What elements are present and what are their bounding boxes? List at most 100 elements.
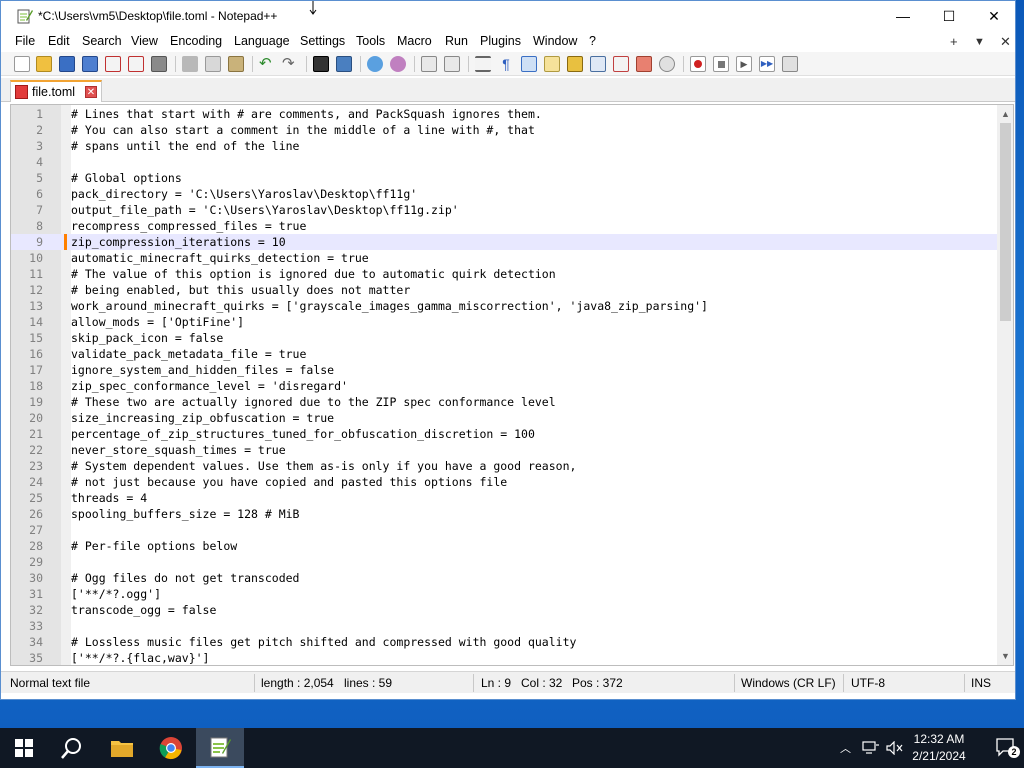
- minimize-button[interactable]: —: [880, 1, 926, 31]
- code-line[interactable]: 9 zip_compression_iterations = 10: [11, 234, 997, 250]
- line-text[interactable]: # not just because you have copied and p…: [71, 474, 507, 490]
- code-line[interactable]: 3 # spans until the end of the line: [11, 138, 997, 154]
- scroll-down-icon[interactable]: ▼: [1001, 651, 1010, 661]
- line-text[interactable]: never_store_squash_times = true: [71, 442, 286, 458]
- menu-edit[interactable]: Edit: [48, 34, 70, 48]
- status-eol[interactable]: Windows (CR LF): [741, 676, 836, 690]
- code-line[interactable]: 5 # Global options: [11, 170, 997, 186]
- line-text[interactable]: output_file_path = 'C:\Users\Yaroslav\De…: [71, 202, 459, 218]
- taskbar-clock[interactable]: 12:32 AM 2/21/2024: [905, 731, 973, 765]
- code-line[interactable]: 18 zip_spec_conformance_level = 'disregar…: [11, 378, 997, 394]
- open-file-icon[interactable]: [36, 56, 52, 72]
- word-wrap-icon[interactable]: [475, 56, 491, 72]
- line-text[interactable]: # spans until the end of the line: [71, 138, 299, 154]
- code-line[interactable]: 15 skip_pack_icon = false: [11, 330, 997, 346]
- menu-plugins[interactable]: Plugins: [480, 34, 521, 48]
- run-macro-multiple-icon[interactable]: ▶▶: [759, 56, 775, 72]
- file-explorer-button[interactable]: [98, 728, 146, 768]
- menu-search[interactable]: Search: [82, 34, 122, 48]
- monitoring-icon[interactable]: [659, 56, 675, 72]
- new-tab-button[interactable]: +: [950, 34, 958, 49]
- redo-icon[interactable]: ↷: [282, 56, 298, 72]
- code-line[interactable]: 17 ignore_system_and_hidden_files = false: [11, 362, 997, 378]
- line-text[interactable]: ['**/*?.ogg']: [71, 586, 161, 602]
- chrome-button[interactable]: [147, 728, 195, 768]
- start-button[interactable]: [0, 728, 48, 768]
- function-list-icon[interactable]: [613, 56, 629, 72]
- line-text[interactable]: zip_compression_iterations = 10: [71, 234, 286, 250]
- menu-macro[interactable]: Macro: [397, 34, 432, 48]
- code-line[interactable]: 29: [11, 554, 997, 570]
- code-line[interactable]: 8 recompress_compressed_files = true: [11, 218, 997, 234]
- line-text[interactable]: # Ogg files do not get transcoded: [71, 570, 299, 586]
- editor-area[interactable]: 1 # Lines that start with # are comments,…: [10, 104, 1014, 666]
- code-line[interactable]: 20 size_increasing_zip_obfuscation = true: [11, 410, 997, 426]
- menu-file[interactable]: File: [15, 34, 35, 48]
- code-line[interactable]: 23 # System dependent values. Use them as…: [11, 458, 997, 474]
- doc-list-icon[interactable]: [590, 56, 606, 72]
- new-file-icon[interactable]: [14, 56, 30, 72]
- code-line[interactable]: 16 validate_pack_metadata_file = true: [11, 346, 997, 362]
- doc-map-icon[interactable]: [567, 56, 583, 72]
- code-line[interactable]: 32 transcode_ogg = false: [11, 602, 997, 618]
- code-line[interactable]: 27: [11, 522, 997, 538]
- menu-settings[interactable]: Settings: [300, 34, 345, 48]
- line-text[interactable]: # These two are actually ignored due to …: [71, 394, 556, 410]
- find-icon[interactable]: [313, 56, 329, 72]
- line-text[interactable]: # You can also start a comment in the mi…: [71, 122, 535, 138]
- copy-icon[interactable]: [205, 56, 221, 72]
- zoom-out-icon[interactable]: [390, 56, 406, 72]
- code-line[interactable]: 4: [11, 154, 997, 170]
- status-insert-mode[interactable]: INS: [971, 676, 991, 690]
- code-line[interactable]: 14 allow_mods = ['OptiFine']: [11, 314, 997, 330]
- line-text[interactable]: validate_pack_metadata_file = true: [71, 346, 306, 362]
- line-text[interactable]: # System dependent values. Use them as-i…: [71, 458, 576, 474]
- menu-help[interactable]: ?: [589, 34, 596, 48]
- line-text[interactable]: pack_directory = 'C:\Users\Yaroslav\Desk…: [71, 186, 417, 202]
- menu-language[interactable]: Language: [234, 34, 290, 48]
- line-text[interactable]: spooling_buffers_size = 128 # MiB: [71, 506, 299, 522]
- code-line[interactable]: 1 # Lines that start with # are comments,…: [11, 106, 997, 122]
- code-line[interactable]: 11 # The value of this option is ignored …: [11, 266, 997, 282]
- tab-file-toml[interactable]: file.toml ✕: [10, 80, 102, 102]
- print-icon[interactable]: [151, 56, 167, 72]
- line-text[interactable]: # Lines that start with # are comments, …: [71, 106, 542, 122]
- line-text[interactable]: work_around_minecraft_quirks = ['graysca…: [71, 298, 708, 314]
- line-text[interactable]: ignore_system_and_hidden_files = false: [71, 362, 334, 378]
- code-line[interactable]: 33: [11, 618, 997, 634]
- code-line[interactable]: 2 # You can also start a comment in the m…: [11, 122, 997, 138]
- line-text[interactable]: allow_mods = ['OptiFine']: [71, 314, 244, 330]
- close-window-button[interactable]: ✕: [971, 1, 1017, 31]
- search-button[interactable]: [48, 728, 96, 768]
- stop-macro-icon[interactable]: [713, 56, 729, 72]
- zoom-in-icon[interactable]: [367, 56, 383, 72]
- line-text[interactable]: # Lossless music files get pitch shifted…: [71, 634, 576, 650]
- menu-run[interactable]: Run: [445, 34, 468, 48]
- indent-guide-icon[interactable]: [521, 56, 537, 72]
- code-line[interactable]: 24 # not just because you have copied and…: [11, 474, 997, 490]
- code-line[interactable]: 22 never_store_squash_times = true: [11, 442, 997, 458]
- code-line[interactable]: 26 spooling_buffers_size = 128 # MiB: [11, 506, 997, 522]
- tab-close-button[interactable]: ✕: [85, 86, 97, 98]
- tab-list-dropdown-button[interactable]: ▼: [974, 36, 985, 48]
- menu-view[interactable]: View: [131, 34, 158, 48]
- vertical-scrollbar[interactable]: ▲ ▼: [997, 105, 1013, 665]
- code-line[interactable]: 31 ['**/*?.ogg']: [11, 586, 997, 602]
- save-icon[interactable]: [59, 56, 75, 72]
- scrollbar-thumb[interactable]: [1000, 123, 1011, 321]
- code-line[interactable]: 21 percentage_of_zip_structures_tuned_for…: [11, 426, 997, 442]
- scroll-up-icon[interactable]: ▲: [1001, 109, 1010, 119]
- line-text[interactable]: automatic_minecraft_quirks_detection = t…: [71, 250, 369, 266]
- close-icon[interactable]: [105, 56, 121, 72]
- menu-tools[interactable]: Tools: [356, 34, 385, 48]
- maximize-button[interactable]: ☐: [926, 1, 972, 31]
- code-line[interactable]: 34 # Lossless music files get pitch shift…: [11, 634, 997, 650]
- record-macro-icon[interactable]: [690, 56, 706, 72]
- sync-vertical-icon[interactable]: [421, 56, 437, 72]
- code-line[interactable]: 12 # being enabled, but this usually does…: [11, 282, 997, 298]
- close-document-button[interactable]: ✕: [1000, 34, 1011, 50]
- code-line[interactable]: 19 # These two are actually ignored due t…: [11, 394, 997, 410]
- code-line[interactable]: 35 ['**/*?.{flac,wav}']: [11, 650, 997, 665]
- line-text[interactable]: ['**/*?.{flac,wav}']: [71, 650, 209, 665]
- paste-icon[interactable]: [228, 56, 244, 72]
